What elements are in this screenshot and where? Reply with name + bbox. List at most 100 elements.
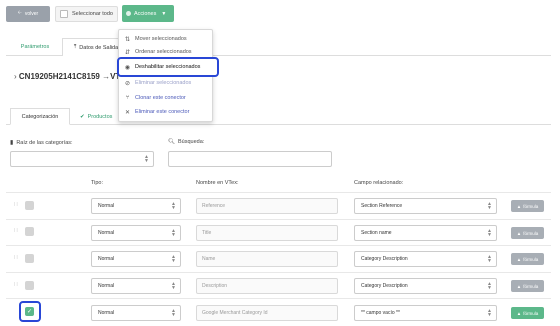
flask-icon: ▲ <box>516 310 522 316</box>
vtex-name-field[interactable]: Description <box>196 278 338 294</box>
updown-icon: ▲ ▼ <box>171 308 176 318</box>
menu-item-move-selected[interactable]: ⇅ Mover seleccionados <box>124 34 187 44</box>
caret-down-icon: ▼ <box>161 10 167 17</box>
tab-params[interactable]: Parámetros <box>10 38 60 56</box>
book-icon: ▮ <box>10 140 14 146</box>
related-field-select[interactable]: Section name ▲ ▼ <box>354 225 497 241</box>
type-value: Normal <box>98 203 115 209</box>
related-field-value: Section name <box>361 230 392 236</box>
menu-item-clone-connector[interactable]: ⑂ Clonar este conector <box>124 93 186 103</box>
tab-products[interactable]: ✔ Productos <box>80 108 112 125</box>
search-icon: 🔍︎ <box>168 139 175 145</box>
move-icon: ⇅ <box>124 36 131 43</box>
formula-label: fórmula <box>523 203 539 209</box>
header-vtex-name: Nombre en VTex: <box>196 180 239 186</box>
updown-icon: ▲ ▼ <box>144 154 149 164</box>
related-field-value: Category Description <box>361 256 408 262</box>
select-all-label: Seleccionar todo <box>72 11 113 17</box>
row-divider <box>6 219 551 220</box>
gear-icon <box>126 11 131 16</box>
formula-button[interactable]: ▲ fórmula <box>511 200 544 212</box>
select-all-button[interactable]: Seleccionar todo <box>55 6 118 22</box>
row-checkbox-checked[interactable]: ✓ <box>25 307 34 316</box>
menu-item-label: Ordenar seleccionados <box>135 49 192 55</box>
menu-item-sort-selected[interactable]: ⇵ Ordenar seleccionados <box>124 47 192 57</box>
back-button[interactable]: 🡠 volver <box>6 6 50 22</box>
eye-slash-icon: ◉ <box>124 64 131 71</box>
related-field-select[interactable]: Category Description ▲ ▼ <box>354 278 497 294</box>
row-divider <box>6 298 551 299</box>
drag-handle-icon[interactable]: ∷ <box>14 254 18 261</box>
formula-label: fórmula <box>523 230 539 236</box>
related-field-value: Section Reference <box>361 203 403 209</box>
flask-icon: ▲ <box>516 203 522 209</box>
search-input[interactable] <box>168 151 332 167</box>
type-select[interactable]: Normal ▲ ▼ <box>91 278 181 294</box>
updown-icon: ▲ ▼ <box>487 281 492 291</box>
menu-item-label: Eliminar seleccionados <box>135 80 192 86</box>
vtex-name-field[interactable]: Google Merchant Category Id <box>196 305 338 321</box>
tab-output-label: Datos de Salida <box>79 44 119 51</box>
vtex-name-field[interactable]: Reference <box>196 198 338 214</box>
menu-item-delete-selected[interactable]: ⊘ Eliminar seleccionados <box>124 78 191 88</box>
menu-item-label: Clonar este conector <box>135 95 186 101</box>
updown-icon: ▲ ▼ <box>171 254 176 264</box>
related-field-value: ** campo vacío ** <box>361 310 400 316</box>
drag-handle-icon[interactable]: ∷ <box>14 201 18 208</box>
row-checkbox[interactable] <box>25 227 34 236</box>
formula-button[interactable]: ▲ fórmula <box>511 280 544 292</box>
flask-icon: ▲ <box>516 283 522 289</box>
fork-icon: ⑂ <box>125 95 130 101</box>
back-button-label: volver <box>24 11 39 17</box>
related-field-select[interactable]: Section Reference ▲ ▼ <box>354 198 497 214</box>
row-divider <box>6 245 551 246</box>
trash-icon: ⊘ <box>124 80 131 87</box>
tab-products-label: Productos <box>87 113 113 120</box>
select-all-checkbox[interactable] <box>60 10 68 18</box>
menu-item-label: Deshabilitar seleccionados <box>135 64 201 70</box>
flask-icon: ▲ <box>516 256 522 262</box>
drag-handle-icon[interactable]: ∷ <box>14 281 18 288</box>
tab-categorization[interactable]: Categorización <box>10 108 70 125</box>
formula-button[interactable]: ▲ fórmula <box>511 307 544 319</box>
root-category-select[interactable]: ▲ ▼ <box>10 151 154 167</box>
vtex-name-field[interactable]: Name <box>196 251 338 267</box>
close-icon: ✕ <box>124 109 131 116</box>
row-divider <box>6 192 551 193</box>
actions-dropdown-button[interactable]: Acciones ▼ <box>122 5 174 22</box>
row-divider <box>6 272 551 273</box>
related-field-select[interactable]: ** campo vacío ** ▲ ▼ <box>354 305 497 321</box>
formula-button[interactable]: ▲ fórmula <box>511 253 544 265</box>
root-filter-label: ▮ Raíz de las categorías: <box>10 139 73 147</box>
type-select[interactable]: Normal ▲ ▼ <box>91 305 181 321</box>
menu-item-label: Mover seleccionados <box>135 36 187 42</box>
actions-label: Acciones <box>134 10 157 17</box>
sort-icon: ⇵ <box>124 49 131 56</box>
search-label-text: Búsqueda: <box>177 139 205 145</box>
vtex-name-value: Name <box>202 256 216 262</box>
row-checkbox[interactable] <box>25 281 34 290</box>
upload-icon: ⤒ <box>73 44 77 50</box>
type-select[interactable]: Normal ▲ ▼ <box>91 198 181 214</box>
row-checkbox[interactable] <box>25 201 34 210</box>
menu-item-label: Eliminar este conector <box>135 109 190 115</box>
formula-button[interactable]: ▲ fórmula <box>511 227 544 239</box>
type-value: Normal <box>98 310 115 316</box>
type-select[interactable]: Normal ▲ ▼ <box>91 251 181 267</box>
related-field-value: Category Description <box>361 283 408 289</box>
formula-label: fórmula <box>523 310 539 316</box>
vtex-name-value: Google Merchant Category Id <box>202 310 268 316</box>
connector-arrow: → <box>102 72 111 81</box>
related-field-select[interactable]: Category Description ▲ ▼ <box>354 251 497 267</box>
check-icon: ✔ <box>80 113 85 120</box>
type-select[interactable]: Normal ▲ ▼ <box>91 225 181 241</box>
chevron-right-icon: › <box>14 72 17 81</box>
row-checkbox[interactable] <box>25 254 34 263</box>
menu-item-disable-selected[interactable]: ◉ Deshabilitar seleccionados <box>124 62 201 72</box>
drag-handle-icon[interactable]: ∷ <box>14 227 18 234</box>
menu-item-delete-connector[interactable]: ✕ Eliminar este conector <box>124 107 189 117</box>
type-value: Normal <box>98 256 115 262</box>
arrow-left-icon: 🡠 <box>17 10 22 16</box>
vtex-name-field[interactable]: Title <box>196 225 338 241</box>
updown-icon: ▲ ▼ <box>487 201 492 211</box>
